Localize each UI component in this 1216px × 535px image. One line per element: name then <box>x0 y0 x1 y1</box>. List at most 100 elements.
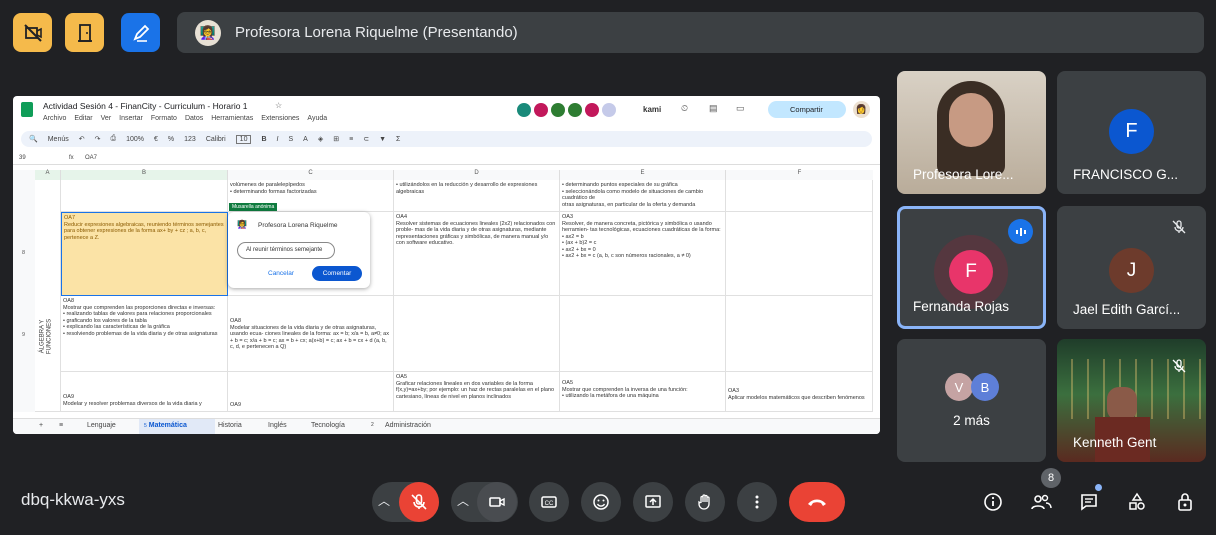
tab-lenguaje[interactable]: Lenguaje <box>87 422 116 429</box>
menu-ayuda[interactable]: Ayuda <box>307 115 327 122</box>
extension-icon[interactable] <box>568 103 582 117</box>
extension-icon[interactable] <box>517 103 531 117</box>
comment-icon[interactable]: ▤ <box>709 103 718 114</box>
camera-toggle-button[interactable] <box>477 482 517 522</box>
menus-label[interactable]: Menús <box>48 136 69 143</box>
no-camera-button[interactable] <box>13 13 52 52</box>
activities-button[interactable] <box>1122 487 1152 517</box>
link-icon[interactable]: ⊂ <box>363 135 369 143</box>
chat-button[interactable] <box>1074 487 1104 517</box>
emoji-button[interactable] <box>581 482 621 522</box>
row-header[interactable]: 9 <box>22 332 25 338</box>
people-button[interactable] <box>1026 487 1056 517</box>
chevron-up-icon[interactable]: ︿ <box>457 492 469 509</box>
captions-button[interactable]: CC <box>529 482 569 522</box>
column-header[interactable]: C <box>228 170 394 180</box>
account-avatar[interactable]: 👩 <box>853 101 870 118</box>
cell-b10[interactable]: OA9 Modelar y resolver problemas diverso… <box>61 372 228 412</box>
percent-icon[interactable]: % <box>168 136 174 143</box>
fill-color-icon[interactable]: ◈ <box>318 135 323 143</box>
cell-f10[interactable]: OA3 Aplicar modelos matemáticos que desc… <box>726 372 873 412</box>
print-icon[interactable]: ⎙ <box>110 135 116 143</box>
font-select[interactable]: Calibri <box>206 136 226 143</box>
extension-icon[interactable] <box>551 103 565 117</box>
undo-icon[interactable]: ↶ <box>79 135 85 143</box>
end-call-button[interactable] <box>789 482 845 522</box>
font-size-input[interactable]: 10 <box>235 134 252 144</box>
search-icon[interactable]: 🔍 <box>29 135 38 143</box>
cell-b8-selected[interactable]: OA7 Reducir expresiones algebraicas, reu… <box>61 212 228 296</box>
zoom-select[interactable]: 100% <box>126 136 144 143</box>
cell-e-top[interactable]: • determinando puntos especiales de su g… <box>560 180 726 212</box>
extension-icon[interactable] <box>585 103 599 117</box>
menu-insertar[interactable]: Insertar <box>119 115 143 122</box>
tab-tecnologia[interactable]: Tecnología <box>311 422 345 429</box>
cell-d8[interactable]: OA4 Resolver sistemas de ecuaciones line… <box>394 212 560 296</box>
history-icon[interactable]: ⏲ <box>681 103 688 114</box>
tab-historia[interactable]: Historia <box>218 422 242 429</box>
add-sheet-icon[interactable]: + <box>39 422 43 429</box>
pen-button[interactable] <box>121 13 160 52</box>
column-header[interactable]: E <box>560 170 726 180</box>
number-format[interactable]: 123 <box>184 136 196 143</box>
all-sheets-icon[interactable]: ≡ <box>59 422 63 429</box>
italic-icon[interactable]: I <box>277 136 279 143</box>
menu-editar[interactable]: Editar <box>74 115 92 122</box>
more-options-button[interactable] <box>737 482 777 522</box>
column-header[interactable]: A <box>35 170 61 180</box>
cell-d-top[interactable]: • utilizándolos en la reducción y desarr… <box>394 180 560 212</box>
currency-icon[interactable]: € <box>154 136 158 143</box>
kami-label[interactable]: kami <box>643 105 661 114</box>
column-header[interactable]: D <box>394 170 560 180</box>
cell-f9[interactable] <box>726 296 873 372</box>
menu-datos[interactable]: Datos <box>185 115 203 122</box>
menu-extensiones[interactable]: Extensiones <box>261 115 299 122</box>
cell-reference[interactable]: 39 <box>19 155 26 161</box>
participant-tile[interactable]: Profesora Lore... <box>897 71 1046 194</box>
row-header[interactable]: 8 <box>22 250 25 256</box>
chevron-up-icon[interactable]: ︿ <box>378 492 390 509</box>
comment-input[interactable]: Al reunir términos semejante <box>237 242 335 259</box>
filter-icon[interactable]: ▼ <box>379 136 386 143</box>
participant-tile[interactable]: J Jael Edith Garcí... <box>1057 206 1206 329</box>
functions-icon[interactable]: Σ <box>396 136 400 143</box>
comment-submit-button[interactable]: Comentar <box>312 266 362 281</box>
column-a-cell[interactable]: ÁLGEBRA Y FUNCIONES <box>35 180 61 412</box>
align-icon[interactable]: ≡ <box>349 136 353 143</box>
cell-d9[interactable] <box>394 296 560 372</box>
cell-e10[interactable]: OA5 Mostrar que comprenden la inversa de… <box>560 372 726 412</box>
present-button[interactable] <box>633 482 673 522</box>
cell-d10[interactable]: OA5 Graficar relaciones lineales en dos … <box>394 372 560 412</box>
raise-hand-button[interactable] <box>685 482 725 522</box>
cell-b9[interactable]: OA8 Mostrar que comprenden las proporcio… <box>61 296 228 372</box>
cell-e8[interactable]: OA3 Resolver, de manera concreta, pictór… <box>560 212 726 296</box>
borders-icon[interactable]: ⊞ <box>333 135 339 143</box>
tab-ingles[interactable]: Inglés <box>268 422 287 429</box>
menu-formato[interactable]: Formato <box>151 115 177 122</box>
formula-input[interactable]: OA7 <box>85 155 97 161</box>
cell-e9[interactable] <box>560 296 726 372</box>
cell-b-top[interactable] <box>61 180 228 212</box>
redo-icon[interactable]: ↷ <box>95 135 101 143</box>
menu-archivo[interactable]: Archivo <box>43 115 66 122</box>
participant-tile[interactable]: Kenneth Gent <box>1057 339 1206 462</box>
mic-toggle-button[interactable] <box>399 482 439 522</box>
text-color-icon[interactable]: A <box>303 136 308 143</box>
bold-icon[interactable]: B <box>261 136 266 143</box>
meeting-info-button[interactable] <box>978 487 1008 517</box>
extension-icon[interactable] <box>602 103 616 117</box>
cancel-button[interactable]: Cancelar <box>268 270 294 277</box>
star-icon[interactable]: ☆ <box>275 101 282 110</box>
more-participants-tile[interactable]: V B 2 más <box>897 339 1046 462</box>
tab-administracion[interactable]: Administración <box>385 422 431 429</box>
menu-ver[interactable]: Ver <box>101 115 112 122</box>
participant-tile-speaking[interactable]: F Fernanda Rojas <box>897 206 1046 329</box>
host-controls-button[interactable] <box>1170 487 1200 517</box>
extension-icon[interactable] <box>534 103 548 117</box>
column-header[interactable]: F <box>726 170 873 180</box>
strikethrough-icon[interactable]: S <box>288 136 293 143</box>
cell-c9[interactable]: OA8 Modelar situaciones de la vida diari… <box>228 296 394 372</box>
door-button[interactable] <box>65 13 104 52</box>
tab-matematica[interactable]: 5 Matemática <box>139 419 215 434</box>
meet-icon[interactable]: ▭ <box>736 103 745 114</box>
